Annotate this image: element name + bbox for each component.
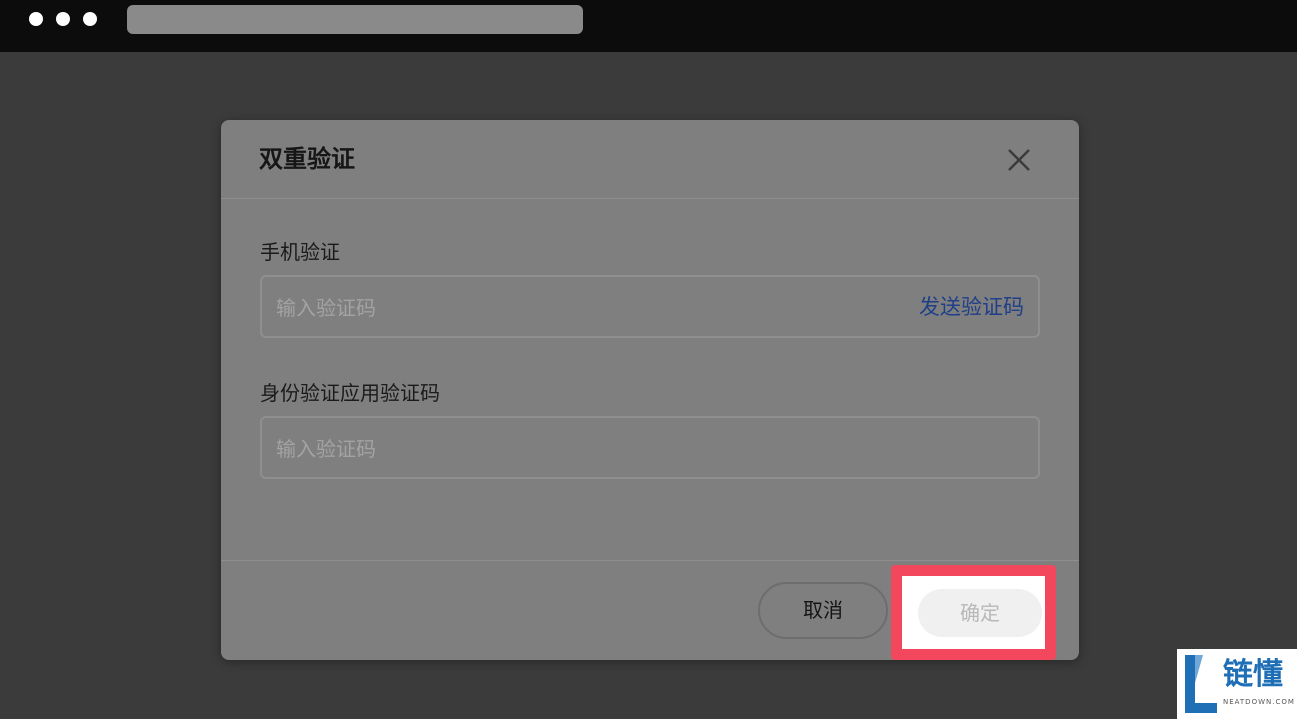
- window-dot-1[interactable]: [29, 12, 43, 26]
- auth-app-code-input[interactable]: [274, 418, 878, 479]
- close-icon: [1008, 149, 1030, 171]
- send-code-link[interactable]: 发送验证码: [919, 292, 1024, 322]
- phone-verification-label: 手机验证: [260, 240, 340, 264]
- watermark-domain: NEATDOWN.COM: [1223, 698, 1295, 706]
- confirm-button[interactable]: 确定: [918, 589, 1042, 637]
- auth-app-code-field: [260, 416, 1040, 479]
- neatdown-watermark: 链懂 NEATDOWN.COM: [1177, 649, 1297, 719]
- phone-code-input[interactable]: [274, 277, 878, 338]
- phone-code-field: 发送验证码: [260, 275, 1040, 338]
- neatdown-logo-icon: [1185, 655, 1217, 713]
- watermark-name: 链懂: [1223, 657, 1283, 692]
- window-dot-2[interactable]: [56, 12, 70, 26]
- window-titlebar: [0, 0, 1297, 52]
- auth-app-code-label: 身份验证应用验证码: [260, 381, 440, 405]
- confirm-highlight: 确定: [891, 565, 1056, 660]
- dialog-header: 双重验证: [221, 120, 1079, 199]
- footer-divider: [221, 560, 1079, 561]
- address-bar[interactable]: [127, 5, 583, 34]
- cancel-button[interactable]: 取消: [758, 582, 888, 639]
- close-button[interactable]: [1005, 146, 1033, 174]
- window-dot-3[interactable]: [83, 12, 97, 26]
- dialog-title: 双重验证: [259, 145, 355, 173]
